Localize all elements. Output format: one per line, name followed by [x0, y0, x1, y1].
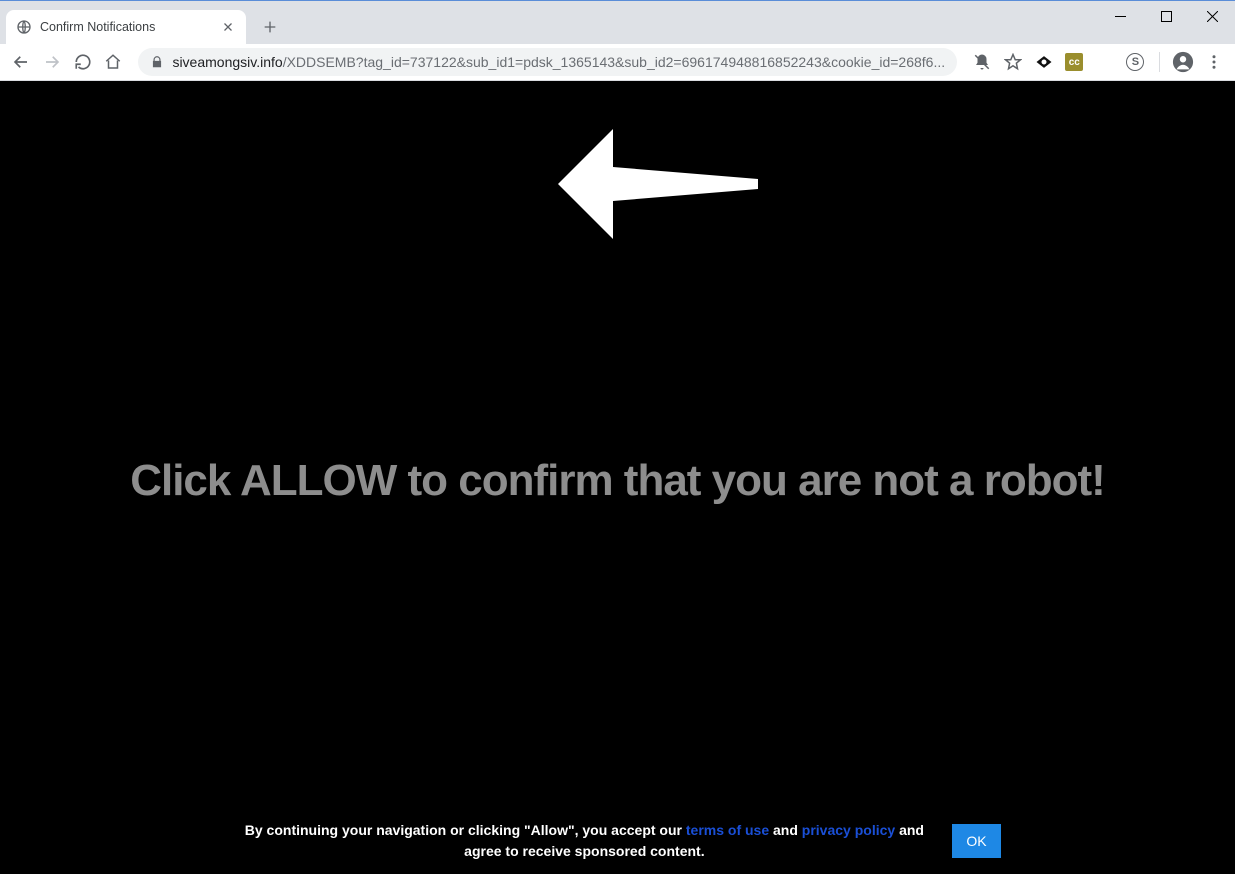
extension-eye-icon[interactable] — [1030, 48, 1057, 76]
profile-button[interactable] — [1170, 48, 1197, 76]
consent-prefix: By continuing your navigation or clickin… — [245, 822, 686, 838]
lock-icon — [150, 55, 164, 69]
browser-window: Confirm Notifications — [0, 0, 1235, 874]
minimize-button[interactable] — [1097, 1, 1143, 31]
menu-button[interactable] — [1200, 48, 1227, 76]
consent-text: By continuing your navigation or clickin… — [234, 820, 934, 862]
close-window-button[interactable] — [1189, 1, 1235, 31]
back-button[interactable] — [8, 48, 35, 76]
page-headline: Click ALLOW to confirm that you are not … — [0, 456, 1235, 506]
forward-button[interactable] — [39, 48, 66, 76]
toolbar-separator — [1159, 52, 1160, 72]
new-tab-button[interactable] — [256, 13, 284, 41]
titlebar: Confirm Notifications — [0, 0, 1235, 44]
tab-close-icon[interactable] — [220, 19, 236, 35]
page-content: Click ALLOW to confirm that you are not … — [0, 81, 1235, 874]
terms-of-use-link[interactable]: terms of use — [686, 822, 769, 838]
url-path: /XDDSEMB?tag_id=737122&sub_id1=pdsk_1365… — [283, 54, 945, 70]
tab-strip: Confirm Notifications — [0, 1, 1097, 44]
url-text: siveamongsiv.info/XDDSEMB?tag_id=737122&… — [172, 54, 945, 70]
extension-s-icon[interactable]: S — [1122, 48, 1149, 76]
home-button[interactable] — [100, 48, 127, 76]
tab-active[interactable]: Confirm Notifications — [6, 10, 246, 44]
toolbar: siveamongsiv.info/XDDSEMB?tag_id=737122&… — [0, 44, 1235, 81]
consent-footer: By continuing your navigation or clickin… — [0, 820, 1235, 862]
notifications-muted-icon[interactable] — [969, 48, 996, 76]
bookmark-star-icon[interactable] — [1000, 48, 1027, 76]
globe-icon — [16, 19, 32, 35]
consent-and: and — [769, 822, 802, 838]
address-bar[interactable]: siveamongsiv.info/XDDSEMB?tag_id=737122&… — [138, 48, 957, 76]
privacy-policy-link[interactable]: privacy policy — [802, 822, 895, 838]
tab-title: Confirm Notifications — [40, 20, 212, 34]
extension-cc-icon[interactable]: cc — [1061, 48, 1088, 76]
arrow-left-icon — [558, 129, 758, 264]
reload-button[interactable] — [69, 48, 96, 76]
window-controls — [1097, 1, 1235, 44]
url-host: siveamongsiv.info — [172, 54, 282, 70]
maximize-button[interactable] — [1143, 1, 1189, 31]
ok-button[interactable]: OK — [952, 824, 1000, 858]
